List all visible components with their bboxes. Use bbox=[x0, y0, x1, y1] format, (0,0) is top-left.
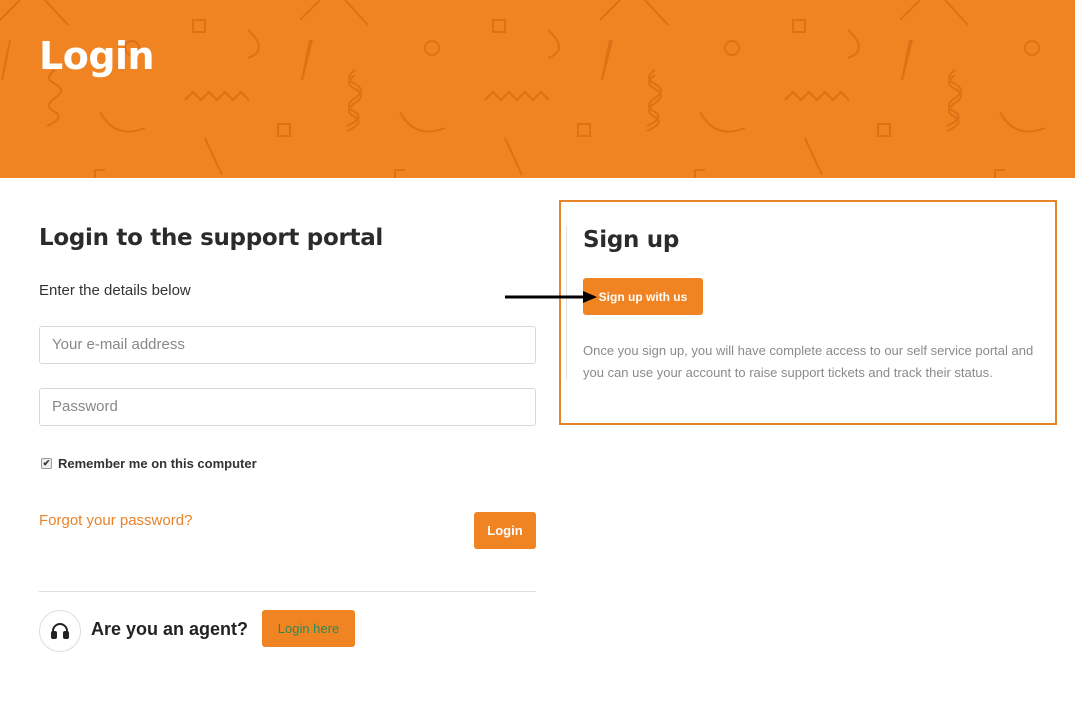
remember-label: Remember me on this computer bbox=[58, 456, 257, 471]
agent-login-button[interactable]: Login here bbox=[262, 610, 355, 647]
login-button[interactable]: Login bbox=[474, 512, 536, 549]
divider bbox=[39, 591, 536, 592]
login-subheading: Enter the details below bbox=[39, 282, 191, 299]
page-title: Login bbox=[39, 34, 155, 78]
signup-description: Once you sign up, you will have complete… bbox=[583, 343, 1034, 380]
signup-heading: Sign up bbox=[583, 227, 680, 253]
password-field[interactable]: Password bbox=[39, 388, 536, 426]
signup-button[interactable]: Sign up with us bbox=[583, 278, 703, 315]
forgot-password-link[interactable]: Forgot your password? bbox=[39, 512, 192, 529]
agent-prompt: Are you an agent? bbox=[91, 619, 249, 639]
agent-login-row: Are you an agent? Login here bbox=[39, 610, 536, 652]
headset-icon bbox=[39, 610, 81, 652]
login-heading: Login to the support portal bbox=[39, 225, 384, 251]
remember-me[interactable]: ✔ Remember me on this computer bbox=[41, 456, 257, 471]
arrow-icon bbox=[505, 291, 597, 303]
header-banner: Login bbox=[0, 0, 1075, 178]
login-form: Login to the support portal Enter the de… bbox=[39, 225, 536, 652]
doodle-pattern bbox=[0, 0, 1075, 178]
email-field[interactable]: Your e-mail address bbox=[39, 326, 536, 364]
remember-checkbox[interactable]: ✔ bbox=[41, 458, 52, 469]
